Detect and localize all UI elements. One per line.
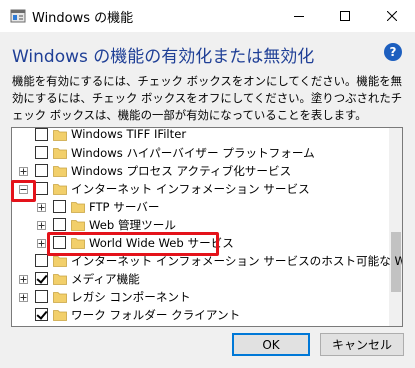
cancel-button[interactable]: キャンセル [320, 333, 404, 356]
feature-row[interactable]: Windows TIFF IFilter [12, 127, 387, 144]
help-icon[interactable]: ? [384, 43, 402, 61]
expand-plus-icon[interactable] [19, 275, 28, 284]
expand-plus-icon[interactable] [19, 167, 28, 176]
feature-row[interactable]: レガシ コンポーネント [12, 288, 387, 306]
feature-label: Windows TIFF IFilter [71, 127, 187, 141]
feature-row[interactable]: FTP サーバー [12, 198, 387, 216]
feature-label: Windows プロセス アクティブ化サービス [71, 164, 292, 178]
feature-checkbox[interactable] [53, 200, 66, 213]
feature-label: メディア機能 [71, 272, 140, 286]
folder-icon [53, 309, 67, 321]
feature-checkbox[interactable] [35, 254, 48, 267]
feature-checkbox[interactable] [35, 308, 48, 321]
folder-icon [53, 291, 67, 303]
expand-plus-icon[interactable] [37, 239, 46, 248]
feature-checkbox[interactable] [35, 146, 48, 159]
folder-icon [53, 147, 67, 159]
feature-checkbox[interactable] [35, 164, 48, 177]
feature-checkbox[interactable] [35, 182, 48, 195]
page-title: Windows の機能の有効化または無効化 [12, 47, 315, 67]
folder-icon [71, 219, 85, 231]
feature-checkbox[interactable] [35, 272, 48, 285]
features-tree[interactable]: Windows TIFF IFilter Windows ハイパーバイザー プラッ… [11, 127, 403, 327]
feature-label: FTP サーバー [89, 200, 160, 214]
expand-plus-icon[interactable] [37, 203, 46, 212]
folder-icon [53, 165, 67, 177]
feature-row[interactable]: Windows ハイパーバイザー プラットフォーム [12, 144, 387, 162]
maximize-icon [340, 11, 350, 21]
maximize-button[interactable] [322, 0, 368, 32]
highlight-box-www-service [47, 232, 219, 256]
close-icon [387, 11, 397, 21]
description-text: 機能を有効にするには、チェック ボックスをオンにしてください。機能を無効にするに… [12, 74, 403, 122]
feature-row[interactable]: インターネット インフォメーション サービス [12, 180, 387, 198]
feature-checkbox[interactable] [53, 218, 66, 231]
folder-icon [53, 255, 67, 267]
feature-row[interactable]: メディア機能 [12, 270, 387, 288]
expand-plus-icon[interactable] [37, 221, 46, 230]
feature-label: Windows ハイパーバイザー プラットフォーム [71, 146, 315, 160]
title-bar[interactable]: Windows の機能 [0, 0, 415, 32]
window-title: Windows の機能 [32, 11, 134, 26]
feature-label: Web 管理ツール [89, 218, 176, 232]
expand-plus-icon[interactable] [19, 293, 28, 302]
folder-icon [53, 129, 67, 141]
feature-row[interactable]: ワーク フォルダー クライアント [12, 306, 387, 324]
folder-icon [53, 183, 67, 195]
feature-checkbox[interactable] [35, 290, 48, 303]
minimize-icon [294, 16, 304, 17]
highlight-box-expander [11, 180, 36, 202]
feature-label: レガシ コンポーネント [71, 290, 191, 304]
app-icon [10, 8, 26, 24]
folder-icon [71, 201, 85, 213]
feature-label: インターネット インフォメーション サービス [71, 182, 310, 196]
minimize-button[interactable] [276, 0, 322, 32]
feature-row[interactable]: Windows プロセス アクティブ化サービス [12, 162, 387, 180]
tree-scrollbar[interactable] [389, 128, 402, 326]
folder-icon [53, 273, 67, 285]
windows-features-dialog: Windows の機能 Windows の機能の有効化または無効化 ? 機能を有… [0, 0, 415, 368]
close-button[interactable] [369, 0, 415, 32]
feature-label: ワーク フォルダー クライアント [71, 308, 241, 322]
feature-checkbox[interactable] [35, 128, 48, 141]
ok-button[interactable]: OK [232, 333, 310, 356]
